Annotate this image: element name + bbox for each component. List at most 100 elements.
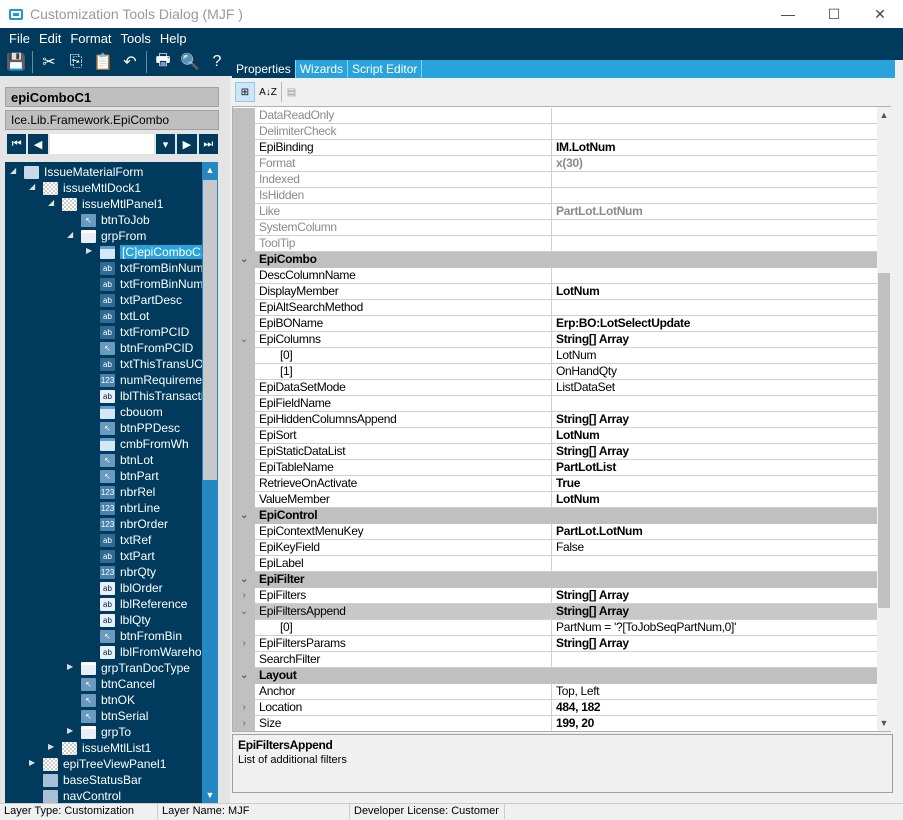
collapse-icon[interactable]: ⌄ xyxy=(233,668,255,684)
property-value[interactable]: LotNum xyxy=(552,348,877,364)
tree-item[interactable]: baseStatusBar xyxy=(43,772,142,788)
tree-item[interactable]: grpTranDocType xyxy=(81,660,190,676)
tree-item[interactable]: ab txtRef xyxy=(100,532,151,548)
property-value[interactable]: x(30) xyxy=(552,156,877,172)
property-value[interactable]: String[] Array xyxy=(552,588,877,604)
property-value[interactable]: PartLot.LotNum xyxy=(552,524,877,540)
scroll-up-icon[interactable]: ▲ xyxy=(202,162,218,178)
collapse-icon[interactable]: ⌄ xyxy=(233,604,255,620)
property-category[interactable]: ⌄ Layout xyxy=(233,668,877,684)
property-value[interactable] xyxy=(552,300,877,316)
property-row[interactable]: EpiContextMenuKey PartLot.LotNum xyxy=(233,524,877,540)
collapse-icon[interactable]: ◢ xyxy=(67,230,77,239)
scroll-thumb[interactable] xyxy=(878,273,890,608)
tree-item[interactable]: ab txtLot xyxy=(100,308,149,324)
property-category[interactable]: ⌄ EpiCombo xyxy=(233,252,877,268)
property-value[interactable] xyxy=(552,188,877,204)
tree-item[interactable]: [C]epiComboC1 xyxy=(100,244,210,260)
control-select[interactable] xyxy=(49,134,154,154)
property-row[interactable]: EpiTableName PartLotList xyxy=(233,460,877,476)
categorized-button[interactable]: ⊞ xyxy=(235,82,255,102)
dropdown-button[interactable]: ▾ xyxy=(155,134,176,154)
property-value[interactable]: ListDataSet xyxy=(552,380,877,396)
tree-item[interactable]: grpFrom xyxy=(81,228,146,244)
property-value[interactable]: PartLot.LotNum xyxy=(552,204,877,220)
property-value[interactable]: Top, Left xyxy=(552,684,877,700)
tree-item[interactable]: ab txtFromBinNum xyxy=(100,260,203,276)
last-button[interactable]: ⏭ xyxy=(198,134,219,154)
expand-icon[interactable]: ▶ xyxy=(86,246,96,255)
tree-item[interactable]: ↖ btnLot xyxy=(100,452,153,468)
property-row[interactable]: EpiAltSearchMethod xyxy=(233,300,877,316)
property-row[interactable]: DisplayMember LotNum xyxy=(233,284,877,300)
paste-button[interactable]: 📋 xyxy=(92,51,114,73)
scroll-down-icon[interactable]: ▼ xyxy=(877,715,891,731)
tree-item[interactable]: 123 numRequireme xyxy=(100,372,202,388)
property-row[interactable]: Indexed xyxy=(233,172,877,188)
previous-button[interactable]: ◀ xyxy=(28,134,48,154)
collapse-icon[interactable]: ◢ xyxy=(10,166,20,175)
collapse-icon[interactable]: ◢ xyxy=(29,182,39,191)
alphabetical-button[interactable]: A↓Z xyxy=(258,82,278,102)
property-row[interactable]: EpiBinding IM.LotNum xyxy=(233,140,877,156)
property-value[interactable] xyxy=(552,556,877,572)
property-value[interactable]: LotNum xyxy=(552,284,877,300)
property-row[interactable]: ⌄ EpiColumns String[] Array xyxy=(233,332,877,348)
property-value[interactable]: 199, 20 xyxy=(552,716,877,731)
property-value[interactable] xyxy=(552,220,877,236)
property-row[interactable]: RetrieveOnActivate True xyxy=(233,476,877,492)
property-row[interactable]: ValueMember LotNum xyxy=(233,492,877,508)
tree-item[interactable]: cmbFromWh xyxy=(100,436,189,452)
property-row[interactable]: › EpiFilters String[] Array xyxy=(233,588,877,604)
property-row[interactable]: [0] LotNum xyxy=(233,348,877,364)
tree-item[interactable]: ↖ btnOK xyxy=(81,692,135,708)
print-button[interactable]: 🖶 xyxy=(152,51,174,73)
tree-item[interactable]: ab lblReference xyxy=(100,596,187,612)
property-value[interactable] xyxy=(552,236,877,252)
property-row[interactable]: DelimiterCheck xyxy=(233,124,877,140)
expand-icon[interactable]: › xyxy=(233,588,255,604)
tree-item[interactable]: ab txtFromBinNum xyxy=(100,276,203,292)
print-preview-button[interactable]: 🔍 xyxy=(179,51,201,73)
property-row[interactable]: › Location 484, 182 xyxy=(233,700,877,716)
collapse-icon[interactable]: ⌄ xyxy=(233,332,255,348)
tree-scrollbar[interactable]: ▲ ▼ xyxy=(202,162,218,803)
property-row[interactable]: › EpiFiltersParams String[] Array xyxy=(233,636,877,652)
property-row[interactable]: EpiKeyField False xyxy=(233,540,877,556)
tree-item[interactable]: 123 nbrRel xyxy=(100,484,155,500)
tree-item[interactable]: ab lblFromWareho xyxy=(100,644,202,660)
tab-script-editor[interactable]: Script Editor xyxy=(348,60,423,78)
tree-item[interactable]: ↖ btnCancel xyxy=(81,676,155,692)
menu-tools[interactable]: Tools xyxy=(121,31,151,46)
property-value[interactable]: Erp:BO:LotSelectUpdate xyxy=(552,316,877,332)
property-row[interactable]: Like PartLot.LotNum xyxy=(233,204,877,220)
property-value[interactable]: False xyxy=(552,540,877,556)
tab-wizards[interactable]: Wizards xyxy=(296,60,349,78)
property-value[interactable]: String[] Array xyxy=(552,444,877,460)
property-value[interactable]: 484, 182 xyxy=(552,700,877,716)
grid-scrollbar[interactable]: ▲ ▼ xyxy=(877,107,891,731)
property-pages-button[interactable]: ▤ xyxy=(281,82,301,102)
menu-format[interactable]: Format xyxy=(70,31,111,46)
property-row[interactable]: SystemColumn xyxy=(233,220,877,236)
tree-item[interactable]: ↖ btnPPDesc xyxy=(100,420,180,436)
property-value[interactable] xyxy=(552,652,877,668)
tree-item[interactable]: ab txtThisTransUO xyxy=(100,356,204,372)
tree-item[interactable]: issueMtlPanel1 xyxy=(62,196,163,212)
tree-item[interactable]: ↖ btnSerial xyxy=(81,708,148,724)
property-value[interactable] xyxy=(552,396,877,412)
tree-item[interactable]: 123 nbrOrder xyxy=(100,516,168,532)
tree-item[interactable]: ↖ btnFromBin xyxy=(100,628,182,644)
property-value[interactable] xyxy=(552,124,877,140)
property-row[interactable]: DescColumnName xyxy=(233,268,877,284)
copy-button[interactable]: ⎘ xyxy=(65,51,87,73)
property-row[interactable]: IsHidden xyxy=(233,188,877,204)
property-value[interactable]: IM.LotNum xyxy=(552,140,877,156)
property-value[interactable]: LotNum xyxy=(552,492,877,508)
tree-item[interactable]: ↖ btnToJob xyxy=(81,212,150,228)
property-value[interactable]: String[] Array xyxy=(552,604,877,620)
tree-item[interactable]: issueMtlList1 xyxy=(62,740,151,756)
tree-item[interactable]: ab lblThisTransacti xyxy=(100,388,204,404)
tree-item[interactable]: 123 nbrQty xyxy=(100,564,156,580)
save-button[interactable]: 💾 xyxy=(5,51,27,73)
